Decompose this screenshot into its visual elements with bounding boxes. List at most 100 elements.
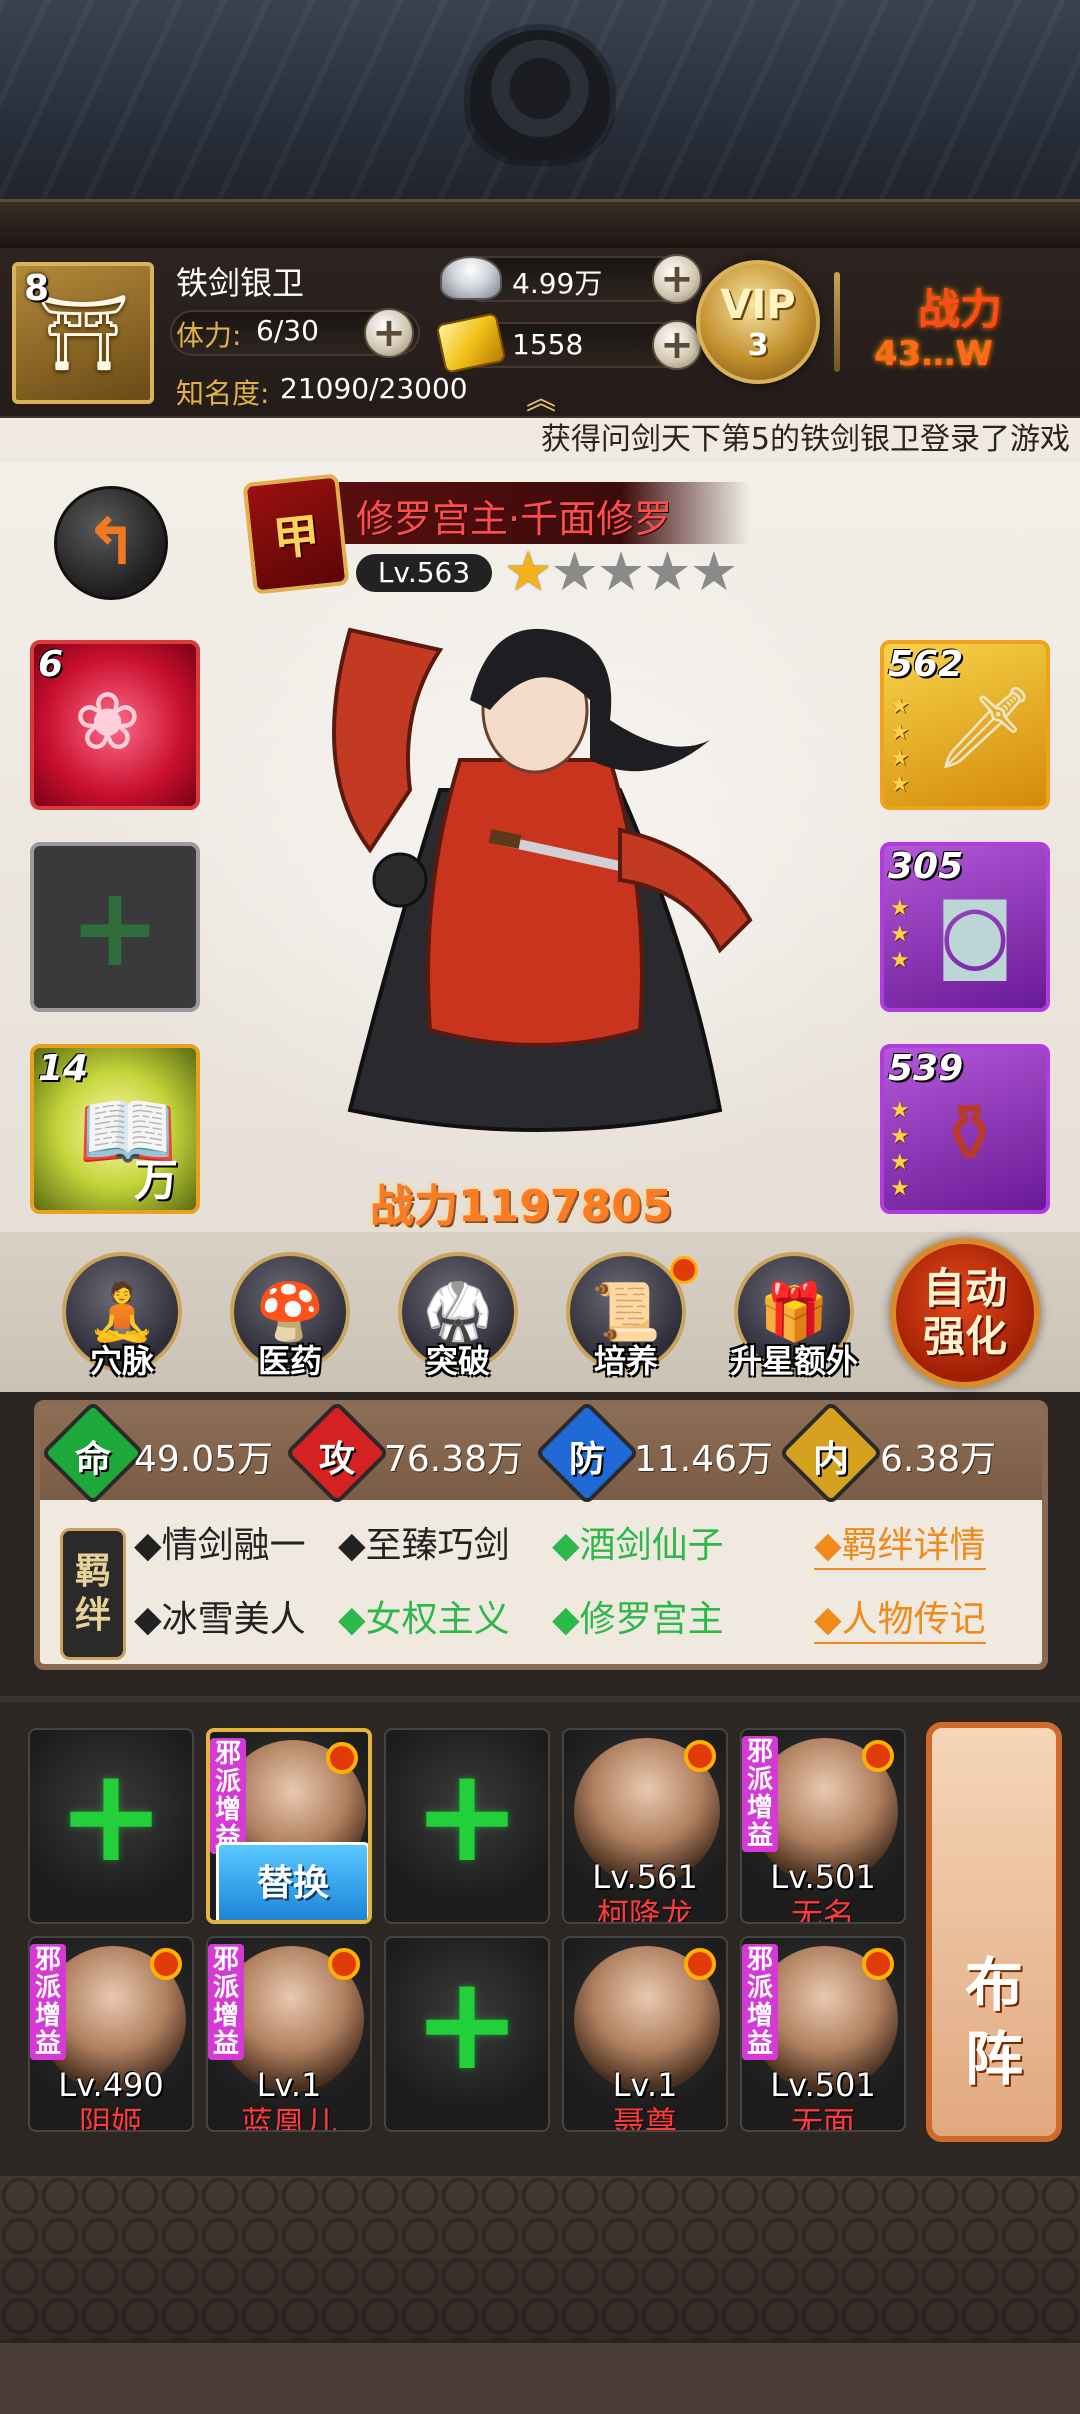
bond-tag-char-1: 羁 <box>74 1551 111 1592</box>
notification-dot <box>862 1740 894 1772</box>
empty-team-slot[interactable]: + <box>384 1936 550 2132</box>
slot-level: 14 <box>38 1048 89 1089</box>
stamina-label: 体力: <box>176 319 242 352</box>
star-up-extra-button[interactable]: 🎁 升星额外 <box>730 1252 858 1380</box>
chevron-up-icon[interactable]: ︽ <box>526 374 556 418</box>
vase-icon: ⚱ <box>936 1087 1004 1180</box>
bond-tag: 羁 绊 <box>60 1528 126 1660</box>
notification-dot <box>862 1948 894 1980</box>
divider <box>834 272 840 372</box>
internal-value: 6.38万 <box>880 1439 997 1480</box>
hero-name: 柯降龙 <box>596 1896 693 1924</box>
vip-badge[interactable]: VIP 3 <box>696 260 820 384</box>
armor-slot[interactable]: 305 ★ ★ ★ ◙ <box>880 842 1050 1012</box>
internal-char: 内 <box>813 1439 850 1480</box>
slot-stars: ★ ★ ★ <box>890 896 910 973</box>
attack-value: 76.38万 <box>384 1439 524 1480</box>
weapon-slot[interactable]: 562 ★ ★ ★ ★ 🗡 <box>880 640 1050 810</box>
notification-dot <box>684 1740 716 1772</box>
replace-button[interactable]: 替换 <box>216 1842 368 1920</box>
bracer-icon: ◙ <box>936 887 1014 980</box>
notification-dot <box>328 1948 360 1980</box>
pagoda-icon: ⛩ <box>36 289 130 376</box>
breakthrough-label: 突破 <box>425 1342 491 1380</box>
evil-faction-tag: 邪派增益 <box>30 1944 66 2060</box>
team-hero-card[interactable]: Lv.561 柯降龙 <box>562 1728 728 1924</box>
formation-label: 布阵 <box>964 1951 1023 2093</box>
defense-value: 11.46万 <box>634 1439 774 1480</box>
medicine-label: 医药 <box>257 1342 323 1380</box>
add-stamina-button[interactable]: + <box>364 308 414 358</box>
team-hero-card[interactable]: Lv.1 聂尊 <box>562 1936 728 2132</box>
back-button[interactable]: ↰ <box>54 486 168 600</box>
hp-value: 49.05万 <box>134 1439 274 1480</box>
fame-value: 21090/23000 <box>280 372 468 405</box>
bond-item: ◆情剑融一 <box>134 1525 306 1566</box>
team-hero-card[interactable]: 邪派增益 Lv.501 无名 <box>740 1728 906 1924</box>
hero-power: 战力1197805 <box>370 1181 673 1232</box>
team-hero-card[interactable]: 邪派增益 Lv.1 蓝凰儿 <box>206 1936 372 2132</box>
plus-icon: + <box>56 1739 166 1891</box>
slot-badge-text: 万 <box>134 1155 178 1206</box>
bond-item-active: ◆酒剑仙子 <box>552 1525 724 1566</box>
silver-ingot-icon <box>440 256 502 300</box>
slot-level: 539 <box>888 1048 964 1089</box>
hero-name: 无名 <box>790 1896 855 1924</box>
auto-enhance-button[interactable]: 自动 强化 <box>890 1238 1040 1388</box>
plus-icon: + <box>412 1739 522 1891</box>
empty-team-slot[interactable]: + <box>28 1728 194 1924</box>
notification-dot <box>150 1948 182 1980</box>
vip-level: 3 <box>747 327 769 363</box>
meridian-label: 穴脉 <box>89 1342 155 1380</box>
cultivate-button[interactable]: 📜 培养 <box>566 1252 686 1380</box>
hero-name: 阴姬 <box>78 2104 143 2132</box>
floor-edge <box>0 2340 1080 2414</box>
plus-icon: + <box>412 1947 522 2099</box>
plus-icon: + <box>68 863 162 991</box>
slot-stars: ★ ★ ★ ★ <box>890 694 910 797</box>
player-level: 8 <box>24 268 50 309</box>
slot-level: 562 <box>888 644 964 685</box>
biography-link[interactable]: ◆人物传记 <box>814 1590 986 1644</box>
team-hero-card[interactable]: 邪派增益 Lv.501 无面 <box>740 1936 906 2132</box>
hero-name: 无面 <box>790 2104 855 2132</box>
evil-faction-tag: 邪派增益 <box>210 1738 246 1854</box>
hero-level: Lv.563 <box>356 554 492 592</box>
hero-name: 聂尊 <box>612 2104 677 2132</box>
team-hero-card[interactable]: 邪派增益 Lv.490 阴姬 <box>28 1936 194 2132</box>
hero-portrait[interactable] <box>290 590 790 1150</box>
bond-details-link[interactable]: ◆羁绊详情 <box>814 1516 986 1570</box>
bond-item: ◆至臻巧剑 <box>338 1525 510 1566</box>
hero-name: 修罗宫主·千面修罗 <box>356 497 673 541</box>
stamina-value: 6/30 <box>256 314 319 347</box>
meridian-button[interactable]: 🧘 穴脉 <box>62 1252 182 1380</box>
notification-dot <box>684 1948 716 1980</box>
accessory-slot[interactable]: 539 ★ ★ ★ ★ ⚱ <box>880 1044 1050 1214</box>
medicine-button[interactable]: 🍄 医药 <box>230 1252 350 1380</box>
breakthrough-button[interactable]: 🥋 突破 <box>398 1252 518 1380</box>
bond-item-active: ◆修罗宫主 <box>552 1599 724 1640</box>
hero-name: 蓝凰儿 <box>240 2104 337 2132</box>
bond-item-active: ◆女权主义 <box>338 1599 510 1640</box>
skill-slot-1[interactable]: 6 ❀ <box>30 640 200 810</box>
evil-faction-tag: 邪派增益 <box>208 1944 244 2060</box>
team-hero-card[interactable]: 邪派增益替换 <box>206 1728 372 1924</box>
vip-text: VIP <box>720 281 796 328</box>
roof-ornament <box>470 30 610 160</box>
cultivate-label: 培养 <box>593 1342 659 1380</box>
book-slot[interactable]: 14 📖 万 <box>30 1044 200 1214</box>
attack-char: 攻 <box>319 1439 356 1480</box>
empty-team-slot[interactable]: + <box>384 1728 550 1924</box>
total-power-label: 战力 <box>918 285 1003 334</box>
announcement-marquee: 获得问剑天下第5的铁剑银卫登录了游戏 <box>0 418 1080 462</box>
add-silver-button[interactable]: + <box>652 254 702 304</box>
slot-stars: ★ ★ ★ ★ <box>890 1098 910 1201</box>
fame-label: 知名度: <box>176 377 270 410</box>
hero-rank-badge: 甲 <box>242 473 350 595</box>
notification-dot <box>326 1742 358 1774</box>
hero-rank: 甲 <box>270 507 323 567</box>
add-gold-button[interactable]: + <box>652 320 702 370</box>
auto-enhance-label: 自动 强化 <box>922 1264 1007 1361</box>
empty-equip-slot[interactable]: + <box>30 842 200 1012</box>
formation-button[interactable]: 布阵 <box>926 1722 1062 2142</box>
